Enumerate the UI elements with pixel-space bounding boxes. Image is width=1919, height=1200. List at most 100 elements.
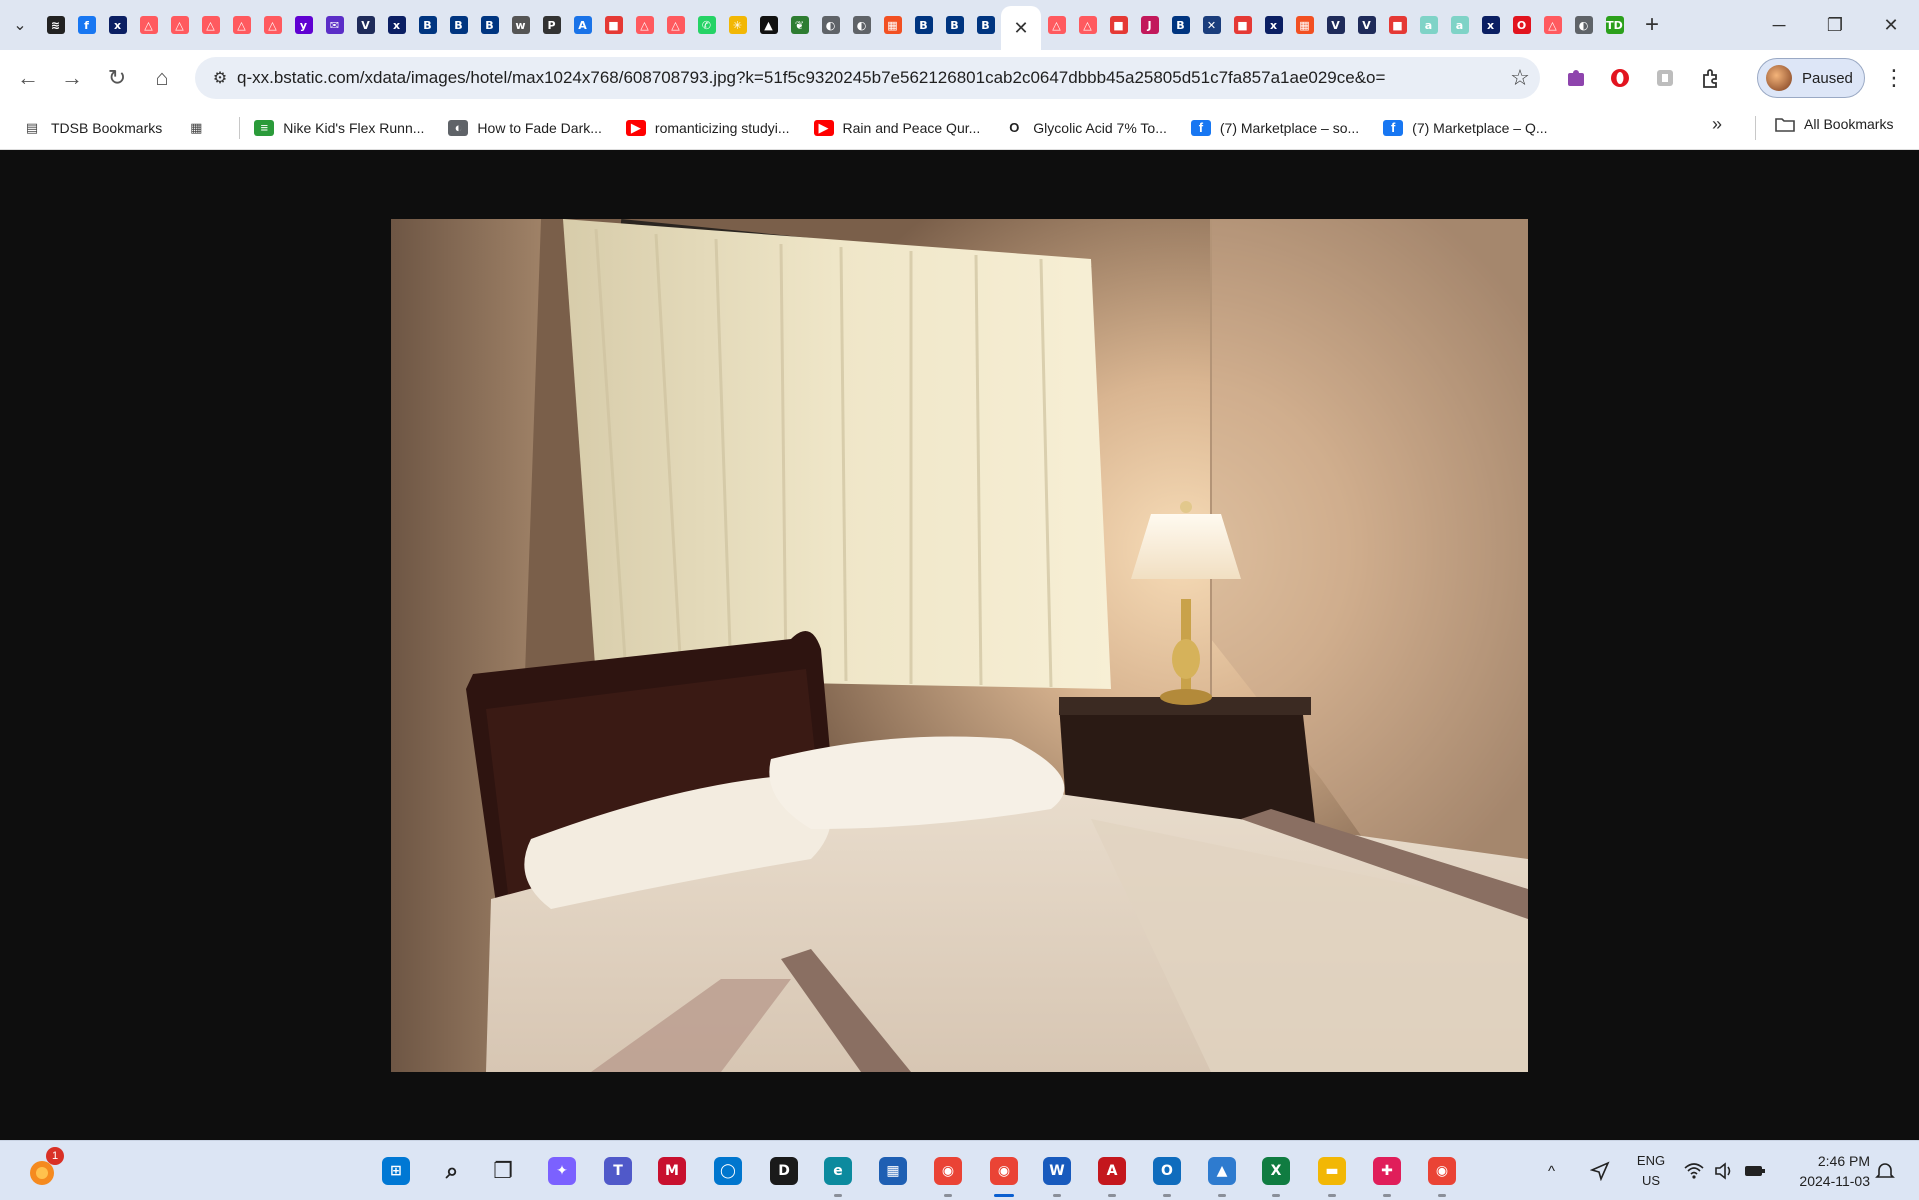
tab[interactable]: ✕ <box>1196 5 1227 45</box>
tab[interactable]: ▦ <box>1289 5 1320 45</box>
bookmark-item[interactable]: O Glycolic Acid 7% To... <box>1004 119 1167 136</box>
dell-app-button[interactable]: ◯ <box>708 1151 748 1191</box>
tab[interactable]: B <box>970 5 1001 45</box>
tab[interactable]: x <box>381 5 412 45</box>
edge-button[interactable]: e <box>818 1151 858 1197</box>
bookmark-item[interactable]: ▤ TDSB Bookmarks <box>22 119 162 136</box>
tab[interactable]: w <box>505 5 536 45</box>
teams-button[interactable]: T <box>598 1151 638 1191</box>
profile-button[interactable]: Paused <box>1757 58 1865 98</box>
tab[interactable]: x <box>102 5 133 45</box>
wifi-icon[interactable] <box>1684 1141 1704 1200</box>
tab[interactable]: ■ <box>1103 5 1134 45</box>
copilot-button[interactable]: ✦ <box>542 1151 582 1191</box>
tab[interactable]: TD <box>1599 5 1630 45</box>
tab[interactable]: a <box>1413 5 1444 45</box>
restore-button[interactable]: ❐ <box>1807 0 1863 50</box>
tab[interactable]: ✉ <box>319 5 350 45</box>
tab[interactable]: ▲ <box>753 5 784 45</box>
bookmark-item[interactable]: ▶ Rain and Peace Qur... <box>813 119 980 136</box>
slack-button[interactable]: ✚ <box>1367 1151 1407 1197</box>
acrobat-button[interactable]: A <box>1092 1151 1132 1197</box>
volume-icon[interactable] <box>1714 1141 1734 1200</box>
tab[interactable]: △ <box>629 5 660 45</box>
tab[interactable]: B <box>939 5 970 45</box>
tab[interactable]: x <box>1475 5 1506 45</box>
tab[interactable]: ■ <box>1382 5 1413 45</box>
tab[interactable]: x <box>1258 5 1289 45</box>
tab[interactable]: △ <box>660 5 691 45</box>
tab[interactable]: △ <box>1537 5 1568 45</box>
store-button[interactable]: ▦ <box>873 1151 913 1191</box>
extensions-puzzle-icon[interactable] <box>1692 59 1730 97</box>
tab[interactable]: ❦ <box>784 5 815 45</box>
bookmark-item[interactable]: ◐ How to Fade Dark... <box>448 119 602 136</box>
excel-button[interactable]: X <box>1256 1151 1296 1197</box>
bookmark-star-icon[interactable]: ☆ <box>1500 65 1540 91</box>
tray-chevron[interactable]: ^ <box>1548 1141 1555 1200</box>
photos-button[interactable]: ▲ <box>1202 1151 1242 1197</box>
bookmark-item[interactable]: ▶ romanticizing studyi... <box>625 119 790 136</box>
bookmark-item[interactable]: ▦ <box>186 119 215 136</box>
tab[interactable]: ◐ <box>846 5 877 45</box>
back-button[interactable]: ← <box>6 56 50 100</box>
tab[interactable]: A <box>567 5 598 45</box>
battery-icon[interactable] <box>1744 1141 1766 1200</box>
close-window-button[interactable]: ✕ <box>1863 0 1919 50</box>
close-icon[interactable]: ✕ <box>1012 18 1030 39</box>
reload-button[interactable]: ↻ <box>95 56 139 100</box>
tab[interactable]: P <box>536 5 567 45</box>
tab[interactable]: △ <box>257 5 288 45</box>
notification-center-icon[interactable] <box>1875 1141 1895 1200</box>
file-explorer-button[interactable]: ▬ <box>1312 1151 1352 1197</box>
start-button[interactable]: ⊞ <box>376 1151 416 1191</box>
tab-active[interactable]: ✕ <box>1001 6 1041 50</box>
tab[interactable]: ✆ <box>691 5 722 45</box>
new-tab-button[interactable]: + <box>1636 9 1668 41</box>
word-button[interactable]: W <box>1037 1151 1077 1197</box>
tab[interactable]: V <box>1351 5 1382 45</box>
tab[interactable]: B <box>412 5 443 45</box>
outlook-button[interactable]: O <box>1147 1151 1187 1197</box>
tab[interactable]: B <box>474 5 505 45</box>
address-bar[interactable]: ⚙ q-xx.bstatic.com/xdata/images/hotel/ma… <box>195 57 1540 99</box>
forward-button[interactable]: → <box>50 56 94 100</box>
clock[interactable]: 2:46 PM 2024-11-03 <box>1780 1151 1870 1191</box>
tab[interactable]: J <box>1134 5 1165 45</box>
chrome-alt-button[interactable]: ◉ <box>1422 1151 1462 1197</box>
tab[interactable]: ✳ <box>722 5 753 45</box>
chrome-button[interactable]: ◉ <box>928 1151 968 1197</box>
tab[interactable]: △ <box>133 5 164 45</box>
language-indicator[interactable]: ENG US <box>1630 1151 1672 1191</box>
dell-button[interactable]: D <box>764 1151 804 1191</box>
chrome-profile-button[interactable]: ◉ <box>984 1151 1024 1197</box>
site-info-icon[interactable]: ⚙ <box>203 68 237 88</box>
opera-extension-icon[interactable] <box>1601 59 1639 97</box>
extension-gray-icon[interactable] <box>1646 59 1684 97</box>
bookmark-item[interactable]: f (7) Marketplace – so... <box>1190 119 1359 136</box>
tab[interactable]: ≋ <box>40 5 71 45</box>
bookmark-item[interactable]: ≡ Nike Kid's Flex Runn... <box>254 119 424 136</box>
tab[interactable]: △ <box>195 5 226 45</box>
location-icon[interactable] <box>1590 1141 1610 1200</box>
tab[interactable]: △ <box>226 5 257 45</box>
tab[interactable]: V <box>350 5 381 45</box>
mcafee-button[interactable]: M <box>652 1151 692 1191</box>
browser-menu-button[interactable]: ⋮ <box>1876 58 1912 98</box>
tab[interactable]: ◐ <box>815 5 846 45</box>
tab[interactable]: V <box>1320 5 1351 45</box>
tab[interactable]: ■ <box>1227 5 1258 45</box>
tab-search-button[interactable]: ⌄ <box>0 5 40 45</box>
tab[interactable]: △ <box>164 5 195 45</box>
tab[interactable]: f <box>71 5 102 45</box>
tab[interactable]: △ <box>1072 5 1103 45</box>
tab[interactable]: a <box>1444 5 1475 45</box>
tab[interactable]: O <box>1506 5 1537 45</box>
more-bookmarks-button[interactable]: » <box>1712 114 1722 135</box>
search-button[interactable]: ⌕ <box>432 1151 472 1191</box>
task-view-button[interactable]: ❐ <box>483 1151 523 1191</box>
tab[interactable]: △ <box>1041 5 1072 45</box>
minimize-button[interactable]: ─ <box>1751 0 1807 50</box>
tab[interactable]: y <box>288 5 319 45</box>
all-bookmarks-button[interactable]: All Bookmarks <box>1775 116 1893 132</box>
